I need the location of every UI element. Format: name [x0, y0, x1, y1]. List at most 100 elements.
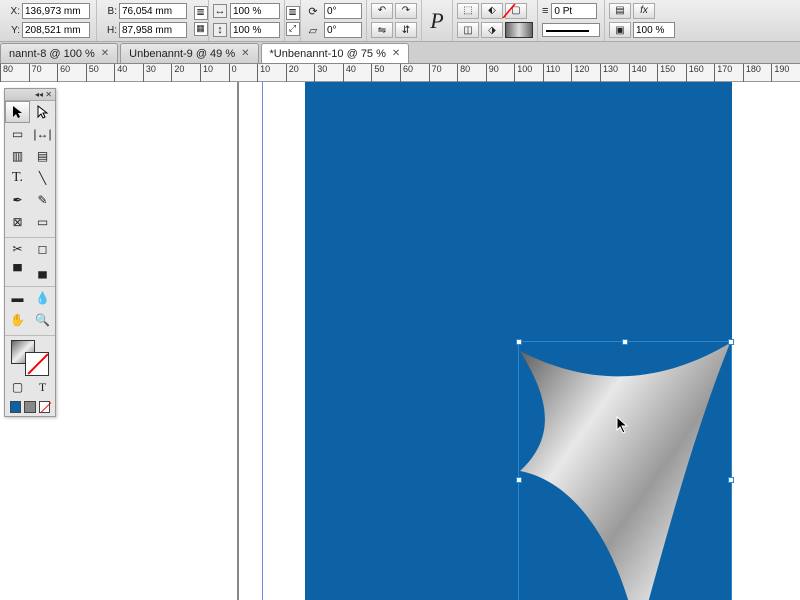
ruler-tick: 50	[371, 64, 384, 82]
lock-scale-column: 𝌆 ⤢	[285, 0, 301, 41]
ruler-tick: 130	[600, 64, 618, 82]
tab-doc-10[interactable]: *Unbenannt-10 @ 75 %✕	[261, 43, 410, 63]
formatting-container-button[interactable]: ▢	[5, 376, 30, 398]
selection-bounds	[518, 341, 732, 600]
size-block: B: H:	[97, 0, 193, 41]
opacity-input[interactable]	[633, 22, 675, 38]
ruler-tick: 70	[429, 64, 442, 82]
rotate-ccw-button[interactable]: ↶	[371, 3, 393, 19]
paragraph-style-button[interactable]: P	[424, 4, 450, 38]
rectangle-tool[interactable]: ▭	[30, 211, 55, 233]
apply-none[interactable]	[39, 401, 50, 413]
effects-button[interactable]: ▤	[609, 3, 631, 19]
ruler-tick: 170	[714, 64, 732, 82]
ruler-tick: 150	[657, 64, 675, 82]
ruler-tick: 60	[400, 64, 413, 82]
zoom-tool[interactable]: 🔍	[30, 309, 55, 331]
wrap-button[interactable]: ▣	[609, 22, 631, 38]
page-tool[interactable]: ▭	[5, 123, 30, 145]
close-icon[interactable]: ✕	[241, 48, 249, 59]
gap-tool[interactable]: |↔|	[30, 123, 55, 145]
ruler-tick: 40	[343, 64, 356, 82]
toolbox-panel[interactable]: ◂◂ ✕ ▭ |↔| ▥ ▤ T. ╲ ✒ ✎ ⊠ ▭ ✂ ◻ ▀ ▄ ▬ 💧 …	[4, 88, 56, 417]
ruler-tick: 140	[629, 64, 647, 82]
ruler-tick: 70	[29, 64, 42, 82]
eyedropper-tool[interactable]: 💧	[30, 287, 55, 309]
canvas-workspace[interactable]	[0, 82, 800, 600]
rotate-block: ⟳ ▱	[301, 0, 367, 41]
formatting-text-button[interactable]: T	[30, 376, 55, 398]
scale-v-input[interactable]	[230, 22, 280, 38]
rectangle-frame-tool[interactable]: ⊠	[5, 211, 30, 233]
stroke-block: ≡	[538, 0, 605, 41]
fill-swatch[interactable]	[505, 22, 533, 38]
x-input[interactable]	[22, 3, 90, 19]
noeffect-button[interactable]: ▢	[505, 3, 527, 19]
direct-selection-tool[interactable]	[30, 101, 55, 123]
tab-doc-8[interactable]: nannt-8 @ 100 % ✕	[0, 43, 118, 63]
free-transform-tool[interactable]: ◻	[30, 238, 55, 260]
fx-button[interactable]: fx	[633, 3, 655, 19]
margin-guide	[262, 82, 263, 600]
tab-label: nannt-8 @ 100 %	[9, 48, 95, 60]
ruler-tick: 10	[200, 64, 213, 82]
line-tool[interactable]: ╲	[30, 167, 55, 189]
fill-stroke-swatch[interactable]	[5, 336, 55, 376]
note-tool[interactable]: ▬	[5, 287, 30, 309]
ruler-tick: 20	[286, 64, 299, 82]
scale-reset-icon[interactable]: ⤢	[286, 22, 300, 36]
y-input[interactable]	[22, 22, 90, 38]
w-input[interactable]	[119, 3, 187, 19]
stroketype-dropdown[interactable]	[542, 23, 600, 37]
ref-point-icon[interactable]: ▦	[194, 22, 208, 36]
handle-w[interactable]	[516, 477, 522, 483]
link-scale-icon[interactable]: 𝌆	[286, 6, 300, 20]
tab-doc-9[interactable]: Unbenannt-9 @ 49 % ✕	[120, 43, 258, 63]
hand-tool[interactable]: ✋	[5, 309, 30, 331]
apply-color[interactable]	[10, 401, 21, 413]
document-tabs: nannt-8 @ 100 % ✕ Unbenannt-9 @ 49 % ✕ *Un…	[0, 42, 800, 64]
handle-nw[interactable]	[516, 339, 522, 345]
gradient-feather-tool[interactable]: ▄	[30, 260, 55, 282]
content-collector-tool[interactable]: ▥	[5, 145, 30, 167]
strokeweight-input[interactable]	[551, 3, 597, 19]
scale-h-icon: ↔	[213, 4, 227, 18]
handle-n[interactable]	[622, 339, 628, 345]
pen-tool[interactable]: ✒	[5, 189, 30, 211]
h-input[interactable]	[119, 22, 187, 38]
close-icon[interactable]: ✕	[392, 48, 400, 59]
scale-h-input[interactable]	[230, 3, 280, 19]
toolbox-header[interactable]: ◂◂ ✕	[5, 89, 55, 101]
stroke-color-swatch[interactable]	[25, 352, 49, 376]
apply-gradient[interactable]	[24, 401, 35, 413]
select-prev-button[interactable]: ⬖	[481, 3, 503, 19]
toolbox-collapse-icon[interactable]: ◂◂ ✕	[35, 90, 52, 99]
shear-input[interactable]	[324, 22, 362, 38]
ruler-tick: 160	[686, 64, 704, 82]
y-label: Y:	[4, 25, 20, 36]
select-next-button[interactable]: ⬗	[481, 22, 503, 38]
select-content-button[interactable]: ◫	[457, 22, 479, 38]
mouse-cursor-icon	[616, 416, 630, 437]
rotate-input[interactable]	[324, 3, 362, 19]
gradient-swatch-tool[interactable]: ▀	[5, 260, 30, 282]
rotate-icon: ⟳	[305, 4, 321, 18]
selection-tool[interactable]	[5, 101, 30, 123]
handle-e[interactable]	[728, 477, 734, 483]
flip-v-button[interactable]: ⇵	[395, 22, 417, 38]
select-container-button[interactable]: ⬚	[457, 3, 479, 19]
horizontal-ruler[interactable]: 8070605040302010010203040506070809010011…	[0, 64, 800, 82]
scissors-tool[interactable]: ✂	[5, 238, 30, 260]
type-tool[interactable]: T.	[5, 167, 30, 189]
flip-h-button[interactable]: ⇋	[371, 22, 393, 38]
rotate-cw-button[interactable]: ↷	[395, 3, 417, 19]
pencil-tool[interactable]: ✎	[30, 189, 55, 211]
content-placer-tool[interactable]: ▤	[30, 145, 55, 167]
ruler-tick: 30	[314, 64, 327, 82]
ruler-tick: 50	[86, 64, 99, 82]
link-wh-icon[interactable]: 𝌆	[194, 6, 208, 20]
handle-ne[interactable]	[728, 339, 734, 345]
tab-label: Unbenannt-9 @ 49 %	[129, 48, 235, 60]
close-icon[interactable]: ✕	[101, 48, 109, 59]
ruler-tick: 90	[486, 64, 499, 82]
